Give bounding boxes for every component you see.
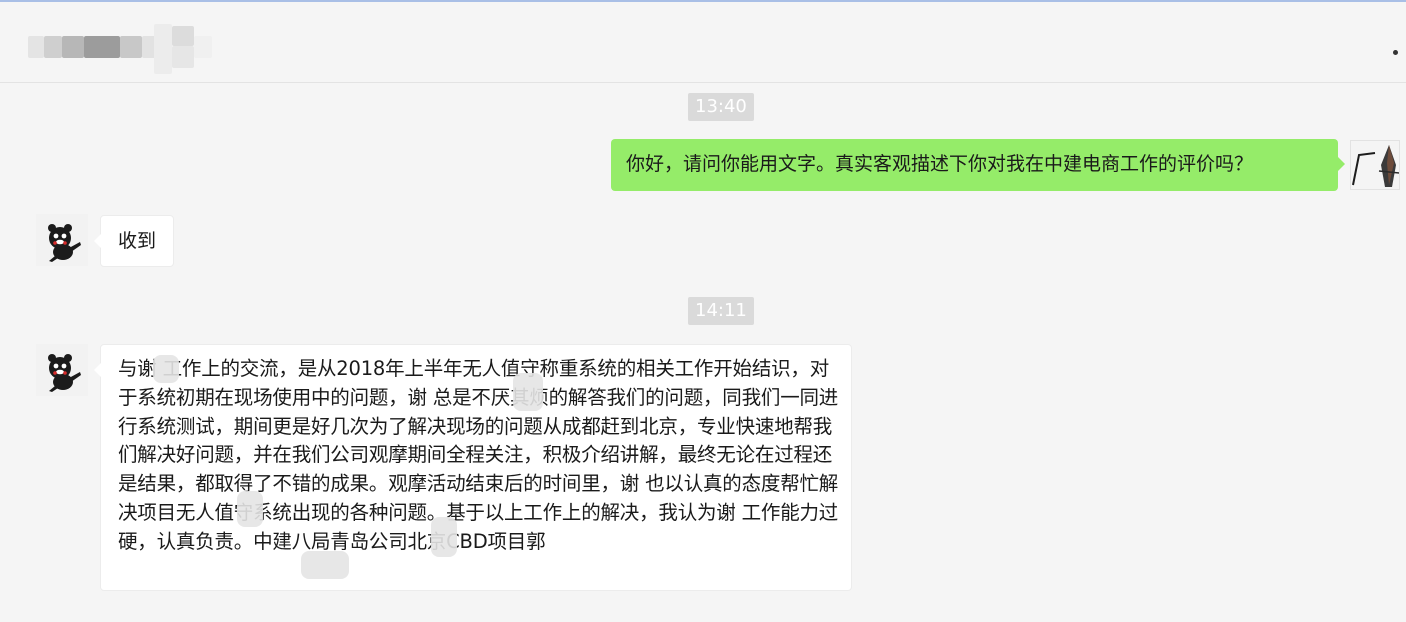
redaction-smudge (237, 491, 263, 527)
received-message-bubble[interactable]: 收到 (94, 215, 174, 267)
timestamp: 14:11 (688, 297, 754, 325)
more-dots-icon[interactable] (1393, 50, 1398, 55)
chat-header (0, 2, 1406, 83)
redaction-smudge (301, 551, 349, 579)
message-text: 与谢 工作上的交流，是从2018年上半年无人值守称重系统的相关工作开始结识，对于… (118, 357, 839, 553)
received-message-bubble-long[interactable]: 与谢 工作上的交流，是从2018年上半年无人值守称重系统的相关工作开始结识，对于… (94, 344, 852, 591)
timestamp: 13:40 (688, 93, 754, 121)
bear-avatar-icon (36, 344, 88, 396)
avatar-icon (1351, 141, 1399, 189)
blurred-contact-name (28, 18, 214, 76)
redaction-smudge (513, 373, 543, 411)
self-avatar[interactable] (1350, 140, 1400, 190)
sent-message-bubble[interactable]: 你好，请问你能用文字。真实客观描述下你对我在中建电商工作的评价吗？ (611, 139, 1345, 191)
contact-avatar[interactable] (36, 344, 88, 396)
bear-avatar-icon (36, 214, 88, 266)
redaction-smudge (431, 517, 457, 557)
contact-avatar[interactable] (36, 214, 88, 266)
redaction-smudge (153, 355, 179, 383)
